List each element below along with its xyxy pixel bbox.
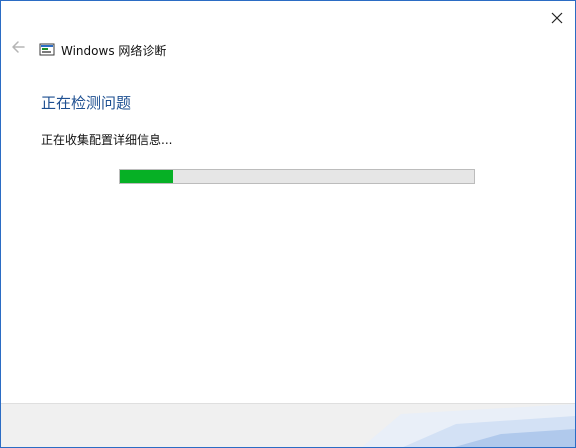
- title-row: Windows 网络诊断: [39, 41, 166, 59]
- network-diagnostics-icon: [39, 43, 55, 56]
- app-title: Windows 网络诊断: [61, 43, 167, 58]
- footer-bar: [1, 403, 575, 447]
- back-button[interactable]: [10, 39, 28, 57]
- back-arrow-icon: [12, 41, 25, 53]
- page-heading: 正在检测问题: [41, 94, 132, 112]
- progress-bar: [119, 169, 475, 184]
- footer-decoration: [362, 404, 575, 447]
- close-icon: [551, 12, 563, 24]
- status-text: 正在收集配置详细信息...: [41, 133, 173, 147]
- close-button[interactable]: [545, 7, 569, 29]
- progress-fill: [120, 170, 174, 183]
- network-diagnostics-window: Windows 网络诊断 正在检测问题 正在收集配置详细信息...: [0, 0, 576, 448]
